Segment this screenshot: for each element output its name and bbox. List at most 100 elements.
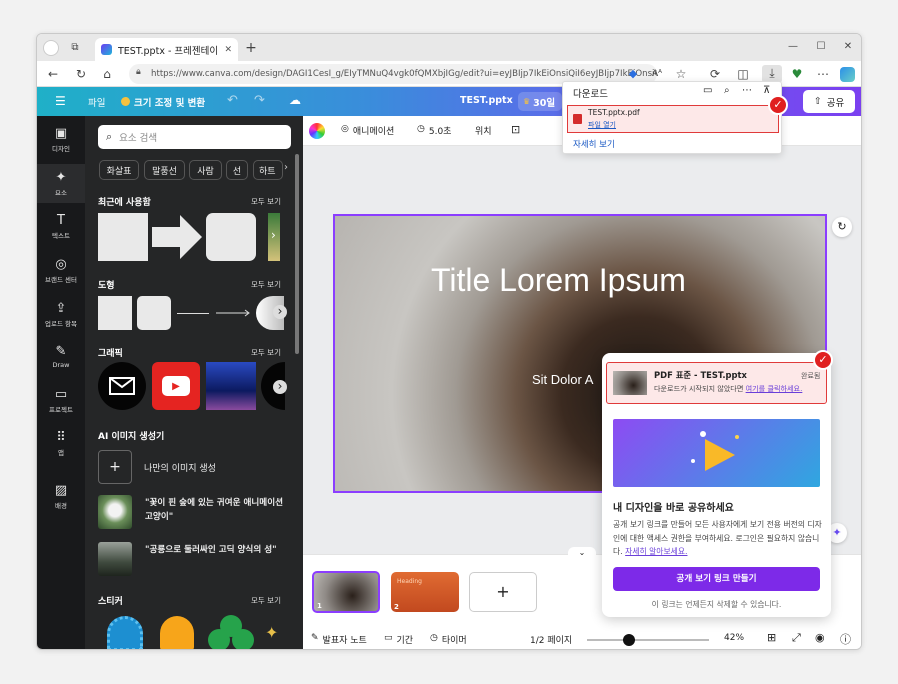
element-search-input[interactable]: ⌕ 요소 검색 <box>98 125 291 149</box>
see-more-link[interactable]: 자세히 보기 <box>573 138 615 150</box>
panel-scrollbar[interactable] <box>295 154 299 354</box>
hide-pages-icon[interactable]: ⌄ <box>568 547 596 559</box>
recent-see-all[interactable]: 모두 보기 <box>251 196 281 207</box>
fullscreen-icon[interactable]: ⤢ <box>792 631 801 645</box>
menu-icon[interactable]: ☰ <box>55 94 66 108</box>
recent-square-shape[interactable] <box>98 213 148 261</box>
download-item[interactable]: TEST.pptx.pdf 파일 열기 <box>567 105 779 133</box>
copilot-icon[interactable] <box>840 67 855 82</box>
maximize-button[interactable]: ☐ <box>813 39 829 55</box>
timing-button[interactable]: ▭ 기간 <box>384 633 413 646</box>
timer-button[interactable]: ◷ 타이머 <box>430 633 467 646</box>
click-here-link[interactable]: 여기를 클릭하세요. <box>746 384 803 393</box>
file-menu[interactable]: 파일 <box>88 95 105 109</box>
create-public-link-button[interactable]: 공개 보기 링크 만들기 <box>613 567 820 591</box>
profile-avatar[interactable] <box>43 40 59 56</box>
workspaces-icon[interactable]: ⧉ <box>67 40 83 56</box>
page-indicator[interactable]: 1/2 페이지 <box>530 633 572 646</box>
zoom-percentage[interactable]: 42% <box>724 633 744 643</box>
new-tab-button[interactable]: + <box>243 40 259 56</box>
chip-line[interactable]: 선 <box>226 160 248 180</box>
rail-draw[interactable]: ✎ Draw <box>37 344 85 369</box>
rail-text[interactable]: T 텍스트 <box>37 213 85 240</box>
sticker-bell[interactable] <box>160 616 194 649</box>
pin-icon[interactable]: ⊼ <box>763 85 770 96</box>
settings-more-icon[interactable]: ⋯ <box>815 66 831 82</box>
cloud-save-icon[interactable]: ☁ <box>289 93 301 107</box>
chip-arrow[interactable]: 화살표 <box>99 160 139 180</box>
ai-create-button[interactable]: + 나만의 이미지 생성 <box>98 450 288 484</box>
graphics-see-all[interactable]: 모두 보기 <box>251 347 281 358</box>
collections-icon[interactable]: ♥ <box>789 66 805 82</box>
home-icon[interactable]: ⌂ <box>99 66 115 82</box>
color-picker-icon[interactable] <box>309 123 325 139</box>
page-thumbnail-1[interactable]: 1 <box>312 571 380 613</box>
ai-suggestion-cat[interactable]: "꽃이 핀 숲에 있는 귀여운 애니메이션 고양이" <box>98 493 293 533</box>
rail-elements[interactable]: ✦ 요소 <box>37 164 85 203</box>
redo-icon[interactable]: ↷ <box>254 93 265 108</box>
sticker-sparkle[interactable]: ✦ <box>265 623 278 642</box>
chip-people[interactable]: 사람 <box>189 160 222 180</box>
refresh-icon[interactable]: ↻ <box>73 66 89 82</box>
lock-element-icon[interactable]: ⊡ <box>511 123 520 136</box>
tag-icon[interactable]: ◆ <box>625 66 641 82</box>
check-icon[interactable]: ◉ <box>815 631 825 644</box>
rail-apps[interactable]: ⠿ 앱 <box>37 430 85 457</box>
zoom-slider[interactable] <box>587 634 709 646</box>
graphic-mail[interactable] <box>98 362 146 410</box>
recent-rounded-shape[interactable] <box>206 213 256 261</box>
shape-line[interactable] <box>177 313 209 314</box>
rail-design[interactable]: ▣ 디자인 <box>37 126 85 153</box>
page-thumbnail-2[interactable]: Heading 2 <box>391 572 459 612</box>
chip-scroll-icon[interactable]: › <box>284 162 288 173</box>
slide-subtitle[interactable]: Sit Dolor A <box>532 372 593 387</box>
zoom-slider-thumb[interactable] <box>623 634 635 646</box>
rail-brand[interactable]: ◎ 브랜드 센터 <box>37 257 85 284</box>
split-screen-icon[interactable]: ◫ <box>735 66 751 82</box>
rail-background[interactable]: ▨ 배경 <box>37 483 85 510</box>
shapes-next-icon[interactable]: › <box>273 305 287 319</box>
document-title[interactable]: TEST.pptx <box>460 95 513 106</box>
download-more-icon[interactable]: ⋯ <box>742 85 752 96</box>
open-file-link[interactable]: 파일 열기 <box>588 120 616 130</box>
favorite-star-icon[interactable]: ☆ <box>673 66 689 82</box>
sticker-clover[interactable] <box>207 614 255 649</box>
trial-button[interactable]: ♛ 30일 <box>518 92 562 111</box>
tab-close-icon[interactable]: ✕ <box>224 45 232 55</box>
shape-arrow-line[interactable] <box>216 308 252 318</box>
graphics-next-icon[interactable]: › <box>273 380 287 394</box>
share-button[interactable]: ⇧ 공유 <box>803 90 855 113</box>
shape-rounded-square[interactable] <box>137 296 171 330</box>
learn-more-link[interactable]: 자세히 알아보세요. <box>625 547 687 556</box>
resize-button[interactable]: 크기 조정 및 변환 <box>134 95 205 109</box>
slide-title[interactable]: Title Lorem Ipsum <box>431 262 686 299</box>
back-icon[interactable]: ← <box>45 66 61 82</box>
rail-uploads[interactable]: ⇪ 업로드 항목 <box>37 301 85 328</box>
recent-arrow-shape[interactable] <box>152 213 202 261</box>
help-icon[interactable]: ⓘ <box>840 631 851 647</box>
minimize-button[interactable]: — <box>785 39 801 55</box>
chip-heart[interactable]: 하트 <box>253 160 283 180</box>
read-aloud-icon[interactable]: Aᴬ <box>649 66 665 82</box>
browser-tab[interactable]: TEST.pptx - 프레젠테이션 ✕ <box>95 38 238 61</box>
sticker-blue[interactable] <box>107 616 143 649</box>
open-folder-icon[interactable]: ▭ <box>703 85 712 96</box>
shapes-see-all[interactable]: 모두 보기 <box>251 279 281 290</box>
position-button[interactable]: 위치 <box>475 124 492 137</box>
shape-square[interactable] <box>98 296 132 330</box>
rail-projects[interactable]: ▭ 프로젝트 <box>37 387 85 414</box>
add-page-button[interactable]: + <box>469 572 537 612</box>
ai-suggestion-castle[interactable]: "공룡으로 둘러싸인 고딕 양식의 성" <box>98 540 293 580</box>
undo-icon[interactable]: ↶ <box>227 93 238 108</box>
extensions-icon[interactable]: ⟳ <box>707 66 723 82</box>
refresh-slide-icon[interactable]: ↻ <box>832 217 852 237</box>
notes-button[interactable]: ✎ 발표자 노트 <box>311 633 367 646</box>
recent-next-icon[interactable]: › <box>271 228 276 242</box>
duration-button[interactable]: ◷ 5.0초 <box>417 124 451 137</box>
graphic-youtube[interactable]: ▶ <box>152 362 200 410</box>
chip-speech[interactable]: 말풍선 <box>144 160 185 180</box>
graphic-gradient[interactable] <box>206 362 256 410</box>
grid-view-icon[interactable]: ⊞ <box>767 631 776 644</box>
close-window-button[interactable]: ✕ <box>840 39 856 55</box>
animate-button[interactable]: ◎ 애니메이션 <box>341 124 394 137</box>
